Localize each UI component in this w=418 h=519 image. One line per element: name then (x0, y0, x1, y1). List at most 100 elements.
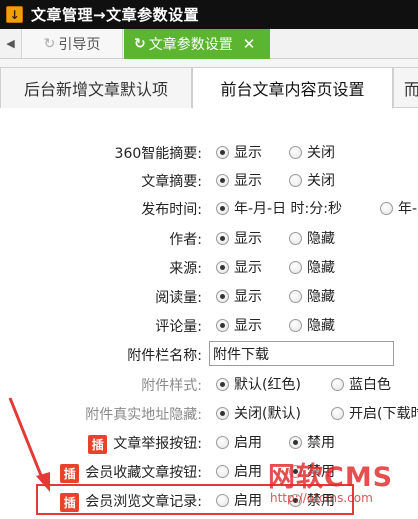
radio-publish-time-short[interactable]: 年- (380, 197, 417, 219)
row-views: 阅读量: 显示 隐藏 (0, 283, 418, 309)
window-title: 文章管理→文章参数设置 (31, 6, 200, 24)
radio-smart-summary-show[interactable]: 显示 (216, 141, 262, 163)
option-label: 关闭 (307, 145, 335, 161)
radio-summary-off[interactable]: 关闭 (289, 169, 335, 191)
radio-attachment-addr-on[interactable]: 开启(下载时 (331, 402, 418, 424)
tab-guide-page[interactable]: ↻ 引导页 (22, 29, 123, 58)
tab-scroll-left-icon[interactable]: ◀ (0, 29, 22, 58)
field-label-text: 文章举报按钮: (113, 436, 202, 452)
field-label: 附件样式: (141, 378, 202, 394)
radio-checked-icon[interactable] (216, 289, 229, 303)
refresh-icon[interactable]: ↻ (44, 36, 56, 52)
row-author: 作者: 显示 隐藏 (0, 225, 418, 251)
radio-checked-icon[interactable] (289, 435, 302, 449)
app-download-icon: ↓ (6, 6, 23, 23)
radio-unchecked-icon[interactable] (216, 435, 229, 449)
option-label: 启用 (234, 464, 262, 480)
radio-publish-time-full[interactable]: 年-月-日 时:分:秒 (216, 197, 342, 219)
radio-checked-icon[interactable] (216, 145, 229, 159)
field-label: 作者: (169, 232, 202, 248)
radio-unchecked-icon[interactable] (331, 406, 344, 420)
radio-summary-show[interactable]: 显示 (216, 169, 262, 191)
radio-favorite-enable[interactable]: 启用 (216, 460, 262, 482)
radio-report-enable[interactable]: 启用 (216, 431, 262, 453)
radio-unchecked-icon[interactable] (380, 201, 393, 215)
radio-comments-show[interactable]: 显示 (216, 314, 262, 336)
page-tab-strip: ◀ ↻ 引导页 ↻ 文章参数设置 ✕ (0, 29, 418, 59)
section-tab-frontend-content[interactable]: 前台文章内容页设置 (192, 67, 393, 109)
radio-views-show[interactable]: 显示 (216, 285, 262, 307)
watermark-text: 网软CMS (268, 462, 394, 493)
radio-checked-icon[interactable] (216, 377, 229, 391)
radio-smart-summary-off[interactable]: 关闭 (289, 141, 335, 163)
annotation-arrow-icon (8, 397, 50, 492)
field-label: 阅读量: (155, 290, 202, 306)
field-label: 来源: (169, 261, 202, 277)
option-label: 隐藏 (307, 318, 335, 334)
field-label: 插文章举报按钮: (88, 433, 202, 454)
radio-source-hide[interactable]: 隐藏 (289, 256, 335, 278)
row-publish-time: 发布时间: 年-月-日 时:分:秒 年- (0, 195, 418, 221)
radio-checked-icon[interactable] (216, 260, 229, 274)
radio-checked-icon[interactable] (216, 318, 229, 332)
plugin-badge-icon: 插 (60, 463, 80, 483)
radio-report-disable[interactable]: 禁用 (289, 431, 335, 453)
watermark-logo: 网软CMS http://otcms.com (268, 455, 418, 515)
title-bar: ↓ 文章管理→文章参数设置 (0, 0, 418, 29)
field-label: 评论量: (155, 319, 202, 335)
radio-source-show[interactable]: 显示 (216, 256, 262, 278)
option-label: 显示 (234, 289, 262, 305)
field-label: 文章摘要: (141, 174, 202, 190)
radio-unchecked-icon[interactable] (331, 377, 344, 391)
row-attachment-title: 附件栏名称: (0, 341, 418, 367)
tab-label: 引导页 (58, 36, 101, 53)
radio-checked-icon[interactable] (216, 406, 229, 420)
option-label: 隐藏 (307, 231, 335, 247)
section-tab-backend-defaults[interactable]: 后台新增文章默认项 (0, 67, 192, 108)
radio-unchecked-icon[interactable] (289, 318, 302, 332)
radio-author-hide[interactable]: 隐藏 (289, 227, 335, 249)
radio-attachment-style-blue[interactable]: 蓝白色 (331, 373, 391, 395)
tab-label: 文章参数设置 (148, 37, 233, 53)
radio-comments-hide[interactable]: 隐藏 (289, 314, 335, 336)
radio-attachment-style-default[interactable]: 默认(红色) (216, 373, 301, 395)
option-label: 显示 (234, 145, 262, 161)
radio-unchecked-icon[interactable] (289, 260, 302, 274)
row-comments: 评论量: 显示 隐藏 (0, 312, 418, 338)
radio-unchecked-icon[interactable] (289, 173, 302, 187)
radio-checked-icon[interactable] (216, 201, 229, 215)
radio-checked-icon[interactable] (216, 231, 229, 245)
option-label: 蓝白色 (349, 377, 391, 393)
radio-unchecked-icon[interactable] (289, 289, 302, 303)
section-tabs: 后台新增文章默认项 前台文章内容页设置 而 (0, 59, 418, 109)
option-label: 显示 (234, 260, 262, 276)
row-smart-summary: 360智能摘要: 显示 关闭 (0, 139, 418, 165)
option-label: 关闭 (307, 173, 335, 189)
field-label: 插会员收藏文章按钮: (60, 462, 202, 483)
row-attachment-style: 附件样式: 默认(红色) 蓝白色 (0, 371, 418, 397)
refresh-icon[interactable]: ↻ (134, 36, 146, 52)
row-summary: 文章摘要: 显示 关闭 (0, 167, 418, 193)
section-tab-more[interactable]: 而 (393, 67, 418, 108)
option-label: 显示 (234, 173, 262, 189)
radio-checked-icon[interactable] (216, 173, 229, 187)
tab-article-params[interactable]: ↻ 文章参数设置 ✕ (124, 29, 270, 59)
option-label: 开启(下载时 (349, 406, 418, 422)
row-report-button: 插文章举报按钮: 启用 禁用 (0, 429, 418, 455)
radio-views-hide[interactable]: 隐藏 (289, 285, 335, 307)
field-label: 发布时间: (141, 202, 202, 218)
option-label: 隐藏 (307, 260, 335, 276)
plugin-badge-icon: 插 (88, 434, 108, 454)
option-label: 启用 (234, 435, 262, 451)
radio-unchecked-icon[interactable] (216, 464, 229, 478)
close-icon[interactable]: ✕ (243, 35, 256, 53)
option-label: 年-月-日 时:分:秒 (234, 201, 342, 217)
field-label: 附件栏名称: (127, 348, 202, 364)
option-label: 隐藏 (307, 289, 335, 305)
radio-author-show[interactable]: 显示 (216, 227, 262, 249)
radio-attachment-addr-off[interactable]: 关闭(默认) (216, 402, 301, 424)
option-label: 禁用 (307, 435, 335, 451)
radio-unchecked-icon[interactable] (289, 145, 302, 159)
radio-unchecked-icon[interactable] (289, 231, 302, 245)
attachment-title-input[interactable] (209, 341, 394, 366)
